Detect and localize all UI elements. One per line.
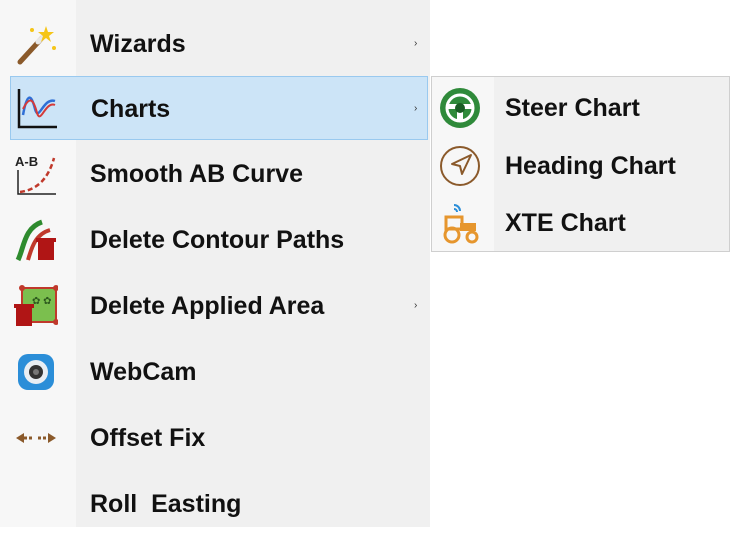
magic-wand-icon — [14, 22, 58, 66]
submenu-arrow-icon: › — [414, 103, 418, 114]
submenu-item-heading-chart[interactable]: Heading Chart — [432, 137, 729, 195]
menu-item-label: Roll Easting — [90, 490, 242, 518]
charts-submenu: Steer Chart Heading Chart XTE Chart — [431, 76, 730, 252]
submenu-item-label: Steer Chart — [505, 94, 640, 122]
menu-item-webcam[interactable]: WebCam — [10, 340, 428, 404]
submenu-arrow-icon: › — [414, 300, 418, 311]
chart-line-icon — [15, 87, 59, 131]
menu-item-label: Smooth AB Curve — [90, 160, 303, 188]
steering-wheel-icon — [438, 86, 482, 130]
context-menu: Wizards › Charts › A-B Smooth AB Curve D… — [0, 0, 430, 527]
menu-item-label: Charts — [91, 95, 171, 123]
svg-text:✿ ✿: ✿ ✿ — [32, 296, 52, 307]
submenu-item-xte-chart[interactable]: XTE Chart — [432, 194, 729, 252]
menu-item-delete-contour-paths[interactable]: Delete Contour Paths — [10, 208, 428, 272]
delete-area-icon: ✿ ✿ — [14, 284, 58, 328]
submenu-item-steer-chart[interactable]: Steer Chart — [432, 79, 729, 137]
webcam-icon — [14, 350, 58, 394]
menu-item-offset-fix[interactable]: Offset Fix — [10, 406, 428, 470]
submenu-item-label: Heading Chart — [505, 152, 676, 180]
menu-item-label: Delete Contour Paths — [90, 226, 345, 254]
menu-item-label: Delete Applied Area — [90, 292, 325, 320]
submenu-arrow-icon: › — [414, 38, 418, 49]
menu-item-wizards[interactable]: Wizards › — [10, 12, 428, 76]
menu-item-roll-easting[interactable]: Roll Easting — [10, 472, 428, 536]
menu-item-delete-applied-area[interactable]: ✿ ✿ Delete Applied Area › — [10, 274, 428, 338]
menu-item-label: Offset Fix — [90, 424, 206, 452]
heading-arrow-icon — [438, 144, 482, 188]
tractor-icon — [438, 201, 482, 245]
ab-curve-icon: A-B — [14, 152, 58, 196]
offset-arrows-icon — [14, 416, 58, 460]
svg-text:A-B: A-B — [15, 154, 38, 169]
delete-contour-icon — [14, 218, 58, 262]
menu-item-charts[interactable]: Charts › — [10, 76, 428, 140]
menu-item-label: Wizards — [90, 30, 186, 58]
menu-item-label: WebCam — [90, 358, 197, 386]
submenu-item-label: XTE Chart — [505, 209, 626, 237]
menu-item-smooth-ab-curve[interactable]: A-B Smooth AB Curve — [10, 142, 428, 206]
